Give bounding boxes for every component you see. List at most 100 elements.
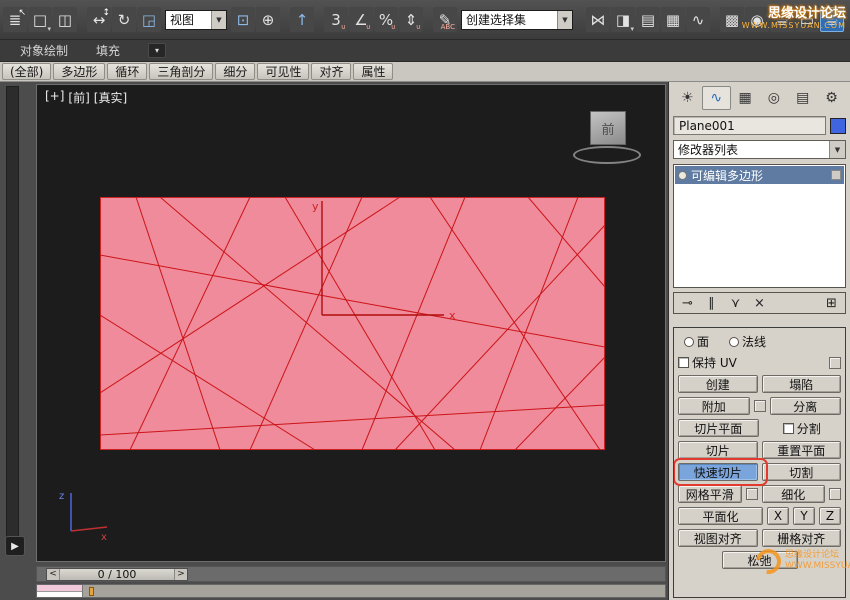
modifier-stack[interactable]: 可编辑多边形 bbox=[673, 164, 846, 288]
graphite-ribbon-toggle-icon[interactable]: ▦ bbox=[661, 7, 685, 32]
render-production-icon[interactable]: ☕ bbox=[820, 7, 844, 32]
create-button[interactable]: 创建 bbox=[678, 375, 758, 393]
object-color-swatch[interactable] bbox=[830, 118, 846, 134]
rectangular-selection-region-icon[interactable]: □▾ bbox=[28, 7, 52, 32]
reset-plane-button[interactable]: 重置平面 bbox=[762, 441, 842, 459]
msmooth-button[interactable]: 网格平滑 bbox=[678, 485, 742, 503]
constraint-face-radio[interactable]: 面 bbox=[684, 333, 709, 350]
panel-tab-modify-icon[interactable]: ∿ bbox=[702, 86, 731, 110]
viewcube-ring-icon bbox=[573, 146, 641, 164]
listener-script-line bbox=[37, 592, 82, 598]
slice-plane-button[interactable]: 切片平面 bbox=[678, 419, 759, 437]
ribbon-tab-triangulate[interactable]: 三角剖分 bbox=[149, 63, 213, 80]
select-and-move-icon[interactable]: ↔↕ bbox=[87, 7, 111, 32]
collapse-button[interactable]: 塌陷 bbox=[762, 375, 842, 393]
ribbon-tab-loop[interactable]: 循环 bbox=[107, 63, 147, 80]
viewport-general-menu[interactable]: [+] bbox=[45, 89, 64, 106]
object-name-field[interactable]: Plane001 bbox=[673, 116, 826, 135]
ribbon-tab-polygon[interactable]: 多边形 bbox=[53, 63, 105, 80]
ribbon-tab-object-paint[interactable]: 对象绘制 bbox=[20, 42, 68, 59]
viewport-shading-menu[interactable]: [真实] bbox=[94, 89, 127, 106]
panel-tab-hierarchy-icon[interactable]: ▦ bbox=[731, 86, 760, 110]
ribbon-tab-align[interactable]: 对齐 bbox=[311, 63, 351, 80]
window-crossing-toggle-icon[interactable]: ◫ bbox=[53, 7, 77, 32]
stack-item-editable-poly[interactable]: 可编辑多边形 bbox=[675, 166, 844, 184]
percent-snap-toggle-icon[interactable]: %∪ bbox=[374, 7, 398, 32]
current-frame-display: 0 / 100 bbox=[60, 568, 174, 581]
select-and-place-icon[interactable]: ↑ bbox=[290, 7, 314, 32]
previous-frame-button[interactable]: < bbox=[47, 569, 60, 580]
show-end-result-icon[interactable]: ∥ bbox=[703, 296, 720, 311]
slice-button[interactable]: 切片 bbox=[678, 441, 758, 459]
ribbon-tab-properties[interactable]: 属性 bbox=[353, 63, 393, 80]
modifier-list-dropdown[interactable]: 修改器列表 ▼ bbox=[673, 140, 846, 159]
tessellate-settings-button[interactable] bbox=[829, 488, 841, 500]
time-slider-handle[interactable]: < 0 / 100 > bbox=[46, 568, 188, 581]
maxscript-mini-listener[interactable] bbox=[37, 585, 83, 597]
edit-geometry-rollout: 面 法线 保持 UV 创建 塌陷 附加 bbox=[673, 327, 846, 598]
schematic-view-icon[interactable]: ▩ bbox=[720, 7, 744, 32]
planar-x-button[interactable]: X bbox=[767, 507, 789, 525]
quick-slice-button[interactable]: 快速切片 bbox=[678, 463, 758, 481]
configure-modifier-sets-icon[interactable]: ⊞ bbox=[823, 296, 840, 311]
ribbon-tab-visibility[interactable]: 可见性 bbox=[257, 63, 309, 80]
stack-on-off-icon[interactable] bbox=[678, 171, 687, 180]
layer-manager-icon[interactable]: ▤ bbox=[636, 7, 660, 32]
tessellate-button[interactable]: 细化 bbox=[762, 485, 826, 503]
ribbon-tab-subdivide[interactable]: 细分 bbox=[215, 63, 255, 80]
align-icon[interactable]: ◨▾ bbox=[611, 7, 635, 32]
render-setup-icon[interactable]: ☕ bbox=[770, 7, 794, 32]
constraint-normal-radio[interactable]: 法线 bbox=[729, 333, 766, 350]
select-and-scale-icon[interactable]: ◲ bbox=[137, 7, 161, 32]
planar-y-button[interactable]: Y bbox=[793, 507, 815, 525]
reference-coordinate-system-dropdown[interactable]: 视图▼ bbox=[165, 10, 227, 30]
panel-tab-display-icon[interactable]: ▤ bbox=[788, 86, 817, 110]
snap-toggle-3d-icon[interactable]: 3∪ bbox=[324, 7, 348, 32]
ribbon-tab-all[interactable]: (全部) bbox=[2, 63, 51, 80]
attach-list-button[interactable] bbox=[754, 400, 766, 412]
named-selection-sets-dropdown[interactable]: 创建选择集▼ bbox=[461, 10, 573, 30]
ribbon-tab-populate[interactable]: 填充 bbox=[96, 42, 120, 59]
relax-button[interactable]: 松弛 bbox=[722, 551, 798, 569]
track-bar[interactable] bbox=[36, 584, 666, 598]
curve-editor-icon[interactable]: ∿ bbox=[686, 7, 710, 32]
angle-snap-toggle-icon[interactable]: ∠∪ bbox=[349, 7, 373, 32]
edit-named-selection-sets-icon[interactable]: ✎ABC bbox=[433, 7, 457, 32]
select-by-name-icon[interactable]: ≣↖ bbox=[3, 7, 27, 32]
rendered-frame-window-icon[interactable]: ▭ bbox=[795, 7, 819, 32]
use-pivot-point-center-icon[interactable]: ⊡ bbox=[231, 7, 255, 32]
material-editor-icon[interactable]: ◉ bbox=[745, 7, 769, 32]
plane-svg: y x bbox=[100, 197, 605, 450]
viewport-view-menu[interactable]: [前] bbox=[68, 89, 89, 106]
ribbon-collapse-button[interactable]: ▾ bbox=[148, 43, 166, 58]
attach-button[interactable]: 附加 bbox=[678, 397, 750, 415]
viewcube-front-face[interactable]: 前 bbox=[590, 111, 626, 145]
make-planar-button[interactable]: 平面化 bbox=[678, 507, 763, 525]
panel-tab-create-icon[interactable]: ☀ bbox=[673, 86, 702, 110]
mirror-icon[interactable]: ⋈ bbox=[586, 7, 610, 32]
panel-tab-utilities-icon[interactable]: ⚙ bbox=[817, 86, 846, 110]
select-and-manipulate-icon[interactable]: ⊕ bbox=[256, 7, 280, 32]
chevron-down-icon[interactable]: ▼ bbox=[829, 141, 845, 158]
panel-tab-motion-icon[interactable]: ◎ bbox=[759, 86, 788, 110]
pin-stack-icon[interactable]: ⊸ bbox=[679, 296, 696, 311]
viewport-front[interactable]: [+] [前] [真实] y x 前 z x bbox=[36, 84, 666, 562]
time-slider[interactable]: < 0 / 100 > bbox=[36, 566, 666, 582]
cut-button[interactable]: 切割 bbox=[762, 463, 842, 481]
next-frame-button[interactable]: > bbox=[174, 569, 187, 580]
viewcube[interactable]: 前 bbox=[571, 111, 645, 165]
trackbar-side-strip bbox=[6, 86, 19, 554]
remove-modifier-icon[interactable]: × bbox=[751, 296, 768, 311]
msmooth-settings-button[interactable] bbox=[746, 488, 758, 500]
open-mini-curve-editor-button[interactable]: ▶ bbox=[5, 536, 25, 556]
view-align-button[interactable]: 视图对齐 bbox=[678, 529, 758, 547]
select-and-rotate-icon[interactable]: ↻ bbox=[112, 7, 136, 32]
make-unique-icon[interactable]: ⋎ bbox=[727, 296, 744, 311]
split-checkbox[interactable]: 分割 bbox=[763, 420, 842, 437]
preserve-uv-settings-button[interactable] bbox=[829, 357, 841, 369]
planar-z-button[interactable]: Z bbox=[819, 507, 841, 525]
preserve-uv-checkbox[interactable]: 保持 UV bbox=[678, 354, 737, 371]
detach-button[interactable]: 分离 bbox=[770, 397, 842, 415]
spinner-snap-toggle-icon[interactable]: ⇕∪ bbox=[399, 7, 423, 32]
grid-align-button[interactable]: 栅格对齐 bbox=[762, 529, 842, 547]
